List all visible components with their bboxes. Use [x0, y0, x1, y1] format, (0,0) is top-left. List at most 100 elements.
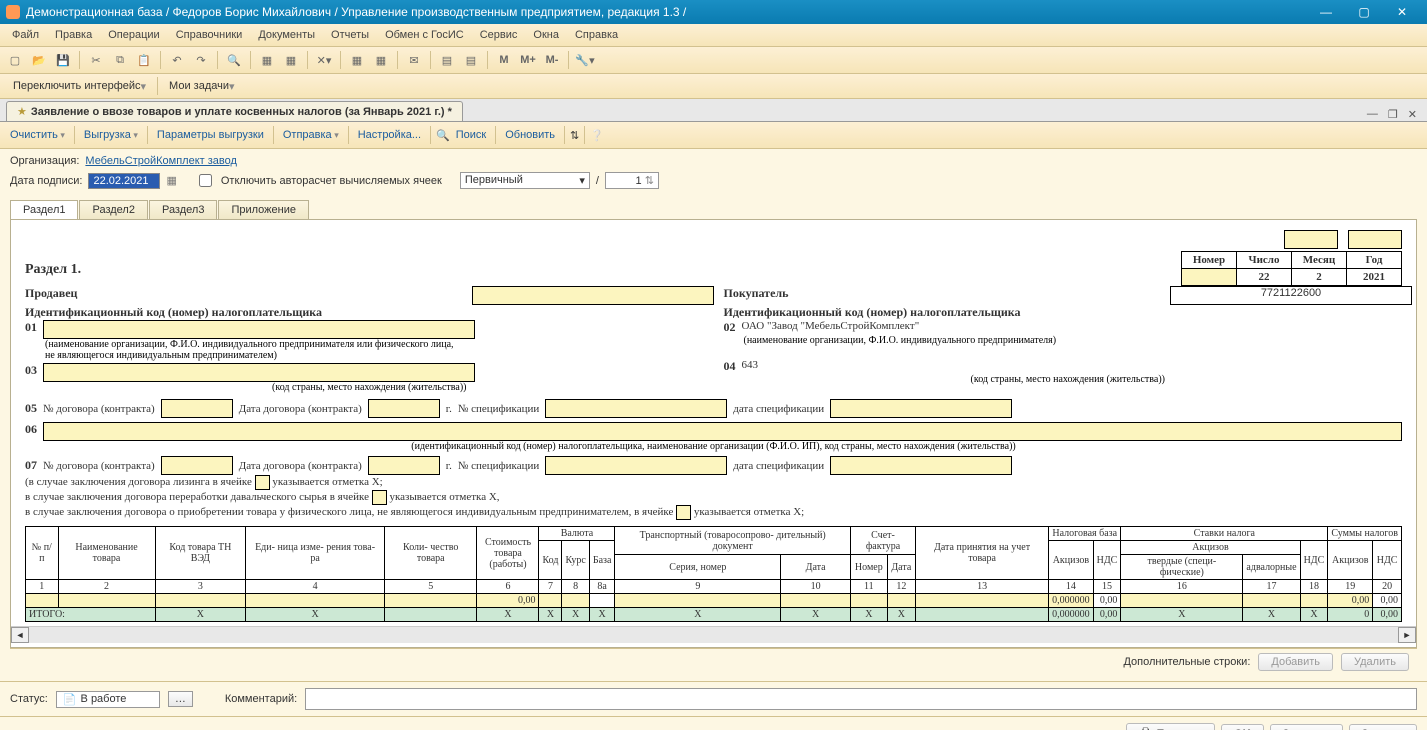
tab-section2[interactable]: Раздел2: [79, 200, 147, 219]
clear-button[interactable]: Очистить: [6, 127, 69, 143]
tab-close-icon[interactable]: ✕: [1404, 108, 1421, 121]
tab-minimize-icon[interactable]: —: [1363, 108, 1382, 121]
print-button[interactable]: 🖨Печать ▾: [1126, 723, 1216, 730]
disable-autocalc-checkbox[interactable]: [199, 174, 212, 187]
m-icon[interactable]: M: [493, 49, 515, 71]
data-row[interactable]: 0,000,0000000,000,000,00: [26, 594, 1402, 608]
calc-icon[interactable]: ▦: [346, 49, 368, 71]
my-tasks-button[interactable]: Мои задачи ▾: [162, 77, 241, 96]
sign-date-input[interactable]: [88, 173, 160, 189]
list-icon[interactable]: ▤: [436, 49, 458, 71]
undo-icon[interactable]: ↶: [166, 49, 188, 71]
close-button[interactable]: ✕: [1383, 0, 1421, 24]
add-row-button[interactable]: Добавить: [1258, 653, 1333, 671]
refresh-button[interactable]: Обновить: [501, 127, 559, 143]
paste-icon[interactable]: 📋: [133, 49, 155, 71]
export-button[interactable]: Выгрузка: [80, 127, 142, 143]
document-tab[interactable]: ★Заявление о ввозе товаров и уплате косв…: [6, 101, 463, 121]
export-params-button[interactable]: Параметры выгрузки: [153, 127, 268, 143]
settings-button[interactable]: Настройка...: [354, 127, 425, 143]
field-06[interactable]: [43, 422, 1402, 441]
menu-windows[interactable]: Окна: [525, 27, 567, 43]
save-icon[interactable]: 💾: [52, 49, 74, 71]
minimize-button[interactable]: —: [1307, 0, 1345, 24]
menu-service[interactable]: Сервис: [472, 27, 526, 43]
tab-section1[interactable]: Раздел1: [10, 200, 78, 219]
section-tabs: Раздел1 Раздел2 Раздел3 Приложение: [10, 200, 1417, 219]
hdr-number-cell[interactable]: [1182, 269, 1237, 286]
field-01[interactable]: [43, 320, 475, 339]
mail-icon[interactable]: ✉: [403, 49, 425, 71]
blank1[interactable]: [1284, 230, 1338, 249]
send-button[interactable]: Отправка: [279, 127, 343, 143]
field-05-contract-no[interactable]: [161, 399, 233, 418]
leasing-checkbox[interactable]: [255, 475, 270, 490]
close-form-button[interactable]: Закрыть: [1349, 724, 1417, 730]
new-icon[interactable]: ▢: [4, 49, 26, 71]
tab-section3[interactable]: Раздел3: [149, 200, 217, 219]
processing-checkbox[interactable]: [372, 490, 387, 505]
tab-appendix[interactable]: Приложение: [218, 200, 309, 219]
status-field[interactable]: 📄В работе: [56, 691, 160, 708]
m-plus-icon[interactable]: M+: [517, 49, 539, 71]
ok-button[interactable]: OK: [1221, 724, 1264, 730]
document-viewport[interactable]: Раздел 1. НомерЧислоМесяцГод 22 2 2021 П…: [10, 219, 1417, 648]
field-07-contract-no[interactable]: [161, 456, 233, 475]
scroll-right-icon[interactable]: ►: [1398, 627, 1416, 643]
menu-documents[interactable]: Документы: [250, 27, 323, 43]
horizontal-scrollbar[interactable]: ◄►: [11, 626, 1416, 643]
field-07-spec-date[interactable]: [830, 456, 1012, 475]
redo-icon[interactable]: ↷: [190, 49, 212, 71]
menu-references[interactable]: Справочники: [168, 27, 251, 43]
type-select[interactable]: Первичный▾: [460, 172, 590, 189]
comment-input[interactable]: [305, 688, 1417, 710]
grid2-icon[interactable]: ▦: [280, 49, 302, 71]
open-icon[interactable]: 📂: [28, 49, 50, 71]
wrench-icon[interactable]: 🔧▾: [574, 49, 596, 71]
sub-toolbar: Переключить интерфейс ▾ Мои задачи ▾: [0, 74, 1427, 99]
menu-operations[interactable]: Операции: [100, 27, 167, 43]
help-icon[interactable]: ❔: [590, 129, 604, 142]
field-03[interactable]: [43, 363, 475, 382]
field-05-spec-date[interactable]: [830, 399, 1012, 418]
cut-icon[interactable]: ✂: [85, 49, 107, 71]
m-minus-icon[interactable]: M-: [541, 49, 563, 71]
menu-reports[interactable]: Отчеты: [323, 27, 377, 43]
close-icon[interactable]: ✕▾: [313, 49, 335, 71]
buyer-id-field[interactable]: 7721122600: [1170, 286, 1412, 305]
arrows-icon[interactable]: ⇅: [570, 129, 579, 142]
save-button[interactable]: Записать: [1270, 724, 1343, 730]
field-02: ОАО "Завод "МебельСтройКомплект": [742, 320, 920, 335]
field-07-spec-no[interactable]: [545, 456, 727, 475]
find-icon[interactable]: 🔍: [223, 49, 245, 71]
field-05-contract-date[interactable]: [368, 399, 440, 418]
correction-number-input[interactable]: 1 ⇅: [605, 172, 659, 189]
status-picker-button[interactable]: …: [168, 691, 193, 707]
delete-row-button[interactable]: Удалить: [1341, 653, 1409, 671]
switch-interface-button[interactable]: Переключить интерфейс ▾: [6, 77, 153, 96]
field-05-spec-no[interactable]: [545, 399, 727, 418]
scroll-left-icon[interactable]: ◄: [11, 627, 29, 643]
menu-gosis[interactable]: Обмен с ГосИС: [377, 27, 472, 43]
list2-icon[interactable]: ▤: [460, 49, 482, 71]
blank2[interactable]: [1348, 230, 1402, 249]
field-07-contract-date[interactable]: [368, 456, 440, 475]
status-bar: Статус: 📄В работе … Комментарий:: [0, 681, 1427, 716]
grid-icon[interactable]: ▦: [256, 49, 278, 71]
menu-file[interactable]: Файл: [4, 27, 47, 43]
maximize-button[interactable]: ▢: [1345, 0, 1383, 24]
organization-link[interactable]: МебельСтройКомплект завод: [85, 155, 237, 167]
calendar-picker-icon[interactable]: ▦: [166, 174, 176, 187]
search-button[interactable]: Поиск: [452, 127, 490, 143]
hdr-day-cell: 22: [1237, 269, 1292, 286]
document-tab-title: Заявление о ввозе товаров и уплате косве…: [31, 106, 452, 118]
physical-checkbox[interactable]: [676, 505, 691, 520]
tab-restore-icon[interactable]: ❐: [1384, 108, 1402, 121]
calendar-icon[interactable]: ▦: [370, 49, 392, 71]
copy-icon[interactable]: ⧉: [109, 49, 131, 71]
action-bar: 🖨Печать ▾ OK Записать Закрыть: [0, 716, 1427, 730]
menu-edit[interactable]: Правка: [47, 27, 100, 43]
hdr-year-cell: 2021: [1347, 269, 1402, 286]
menu-help[interactable]: Справка: [567, 27, 626, 43]
seller-name-field[interactable]: [472, 286, 714, 305]
